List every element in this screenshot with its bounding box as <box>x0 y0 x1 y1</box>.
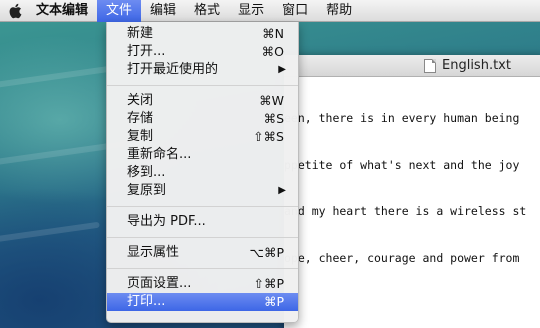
menu-item-label: 打开... <box>127 44 166 59</box>
wave-streak <box>0 221 100 245</box>
document-line: een, there is in every human being <box>284 111 520 125</box>
menu-item-label: 复制 <box>127 129 154 144</box>
menu-item-revert-to[interactable]: 复原到 ▶ <box>107 182 298 200</box>
menu-window[interactable]: 窗口 <box>273 0 317 22</box>
menu-item-label: 重新命名... <box>127 147 192 162</box>
menu-item-shortcut: ⌘N <box>262 26 284 41</box>
menu-bar: 文本编辑 文件 编辑 格式 显示 窗口 帮助 <box>0 0 540 22</box>
menu-format[interactable]: 格式 <box>185 0 229 22</box>
menu-item-close[interactable]: 关闭 ⌘W <box>107 92 298 110</box>
document-titlebar[interactable]: English.txt <box>284 55 540 77</box>
menu-item-new[interactable]: 新建 ⌘N <box>107 25 298 43</box>
file-menu-dropdown: 新建 ⌘N 打开... ⌘O 打开最近使用的 ▶ 关闭 ⌘W 存储 ⌘S 复制 … <box>106 22 299 323</box>
menu-item-shortcut: ⌘O <box>261 44 284 59</box>
menu-item-shortcut: ⌘S <box>263 111 284 126</box>
apple-menu[interactable] <box>0 0 30 22</box>
menu-item-label: 移到... <box>127 165 166 180</box>
menu-item-label: 页面设置... <box>127 276 192 291</box>
submenu-arrow-icon: ▶ <box>278 185 286 196</box>
menu-help[interactable]: 帮助 <box>317 0 361 22</box>
document-text-area[interactable]: een, there is in every human being ppeti… <box>284 77 540 297</box>
menu-item-shortcut: ⇧⌘P <box>253 276 284 291</box>
menu-item-label: 复原到 <box>127 183 167 198</box>
menu-app-name[interactable]: 文本编辑 <box>30 0 97 22</box>
menu-separator <box>107 206 298 207</box>
menu-item-page-setup[interactable]: 页面设置... ⇧⌘P <box>107 275 298 293</box>
menu-item-label: 打开最近使用的 <box>127 62 219 77</box>
menu-item-open[interactable]: 打开... ⌘O <box>107 43 298 61</box>
document-line: and my heart there is a wireless st <box>284 204 527 218</box>
document-line: ope, cheer, courage and power from <box>284 250 520 265</box>
menu-separator <box>107 268 298 269</box>
document-line: ppetite of what's next and the joy <box>284 157 520 172</box>
text-file-icon <box>424 58 436 73</box>
apple-logo-icon <box>9 3 22 18</box>
menu-separator <box>107 85 298 86</box>
menu-item-rename[interactable]: 重新命名... <box>107 146 298 164</box>
menu-item-label: 关闭 <box>127 93 154 108</box>
document-window: English.txt een, there is in every human… <box>284 55 540 328</box>
menu-item-label: 打印... <box>127 294 166 309</box>
menu-item-label: 显示属性 <box>127 245 180 260</box>
menu-item-save[interactable]: 存储 ⌘S <box>107 110 298 128</box>
menu-item-open-recent[interactable]: 打开最近使用的 ▶ <box>107 61 298 79</box>
menu-item-print[interactable]: 打印... ⌘P <box>107 293 298 311</box>
menu-item-label: 存储 <box>127 111 154 126</box>
menu-item-move-to[interactable]: 移到... <box>107 164 298 182</box>
menu-item-shortcut: ⌥⌘P <box>249 245 284 260</box>
menu-item-shortcut: ⌘P <box>263 294 284 309</box>
menu-item-label: 导出为 PDF... <box>127 214 206 229</box>
menu-item-shortcut: ⇧⌘S <box>253 129 284 144</box>
submenu-arrow-icon: ▶ <box>278 64 286 75</box>
menu-item-duplicate[interactable]: 复制 ⇧⌘S <box>107 128 298 146</box>
menu-item-show-properties[interactable]: 显示属性 ⌥⌘P <box>107 244 298 262</box>
menu-item-shortcut: ⌘W <box>259 93 284 108</box>
menu-separator <box>107 237 298 238</box>
menu-view[interactable]: 显示 <box>229 0 273 22</box>
menu-edit[interactable]: 编辑 <box>141 0 185 22</box>
menu-file[interactable]: 文件 <box>97 0 142 22</box>
document-title: English.txt <box>442 58 511 73</box>
menu-item-label: 新建 <box>127 26 154 41</box>
menu-item-export-pdf[interactable]: 导出为 PDF... <box>107 213 298 231</box>
